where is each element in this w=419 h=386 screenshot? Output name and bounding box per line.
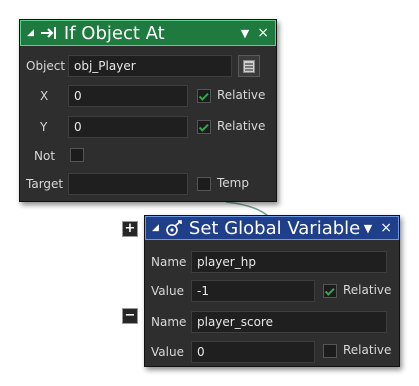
if-object-at-panel: ◢ If Object At ▼ × Object obj_Player X 0… — [19, 19, 277, 202]
value-field[interactable]: -1 — [191, 280, 315, 302]
name-label: Name — [151, 315, 187, 329]
close-icon[interactable]: × — [257, 25, 269, 41]
set-global-variable-header[interactable]: ◢ Set Global Variable ▼ × — [145, 216, 399, 240]
expand-button[interactable]: + — [122, 221, 138, 237]
if-object-at-title: If Object At — [63, 22, 165, 44]
relative-label: Relative — [343, 343, 392, 357]
target-label: Target — [26, 177, 64, 191]
relative-label: Relative — [343, 283, 392, 297]
if-object-at-action-icon — [40, 26, 58, 40]
global-variable-action-icon — [165, 220, 183, 236]
if-object-at-header[interactable]: ◢ If Object At ▼ × — [20, 20, 276, 46]
value-label: Value — [151, 284, 184, 298]
name-field[interactable]: player_score — [191, 311, 387, 333]
target-field[interactable] — [68, 173, 188, 195]
object-picker-button[interactable] — [238, 55, 260, 77]
y-field[interactable]: 0 — [68, 116, 188, 138]
not-label: Not — [34, 149, 56, 163]
temp-label: Temp — [217, 176, 249, 190]
dropdown-arrow-icon[interactable]: ▼ — [364, 222, 372, 235]
y-label: Y — [40, 120, 48, 134]
value-label: Value — [151, 345, 184, 359]
relative-checkbox[interactable] — [323, 344, 337, 358]
set-global-variable-title: Set Global Variable — [188, 217, 361, 239]
collapse-triangle-icon[interactable]: ◢ — [152, 223, 159, 233]
object-picker-icon — [243, 59, 255, 73]
value-field[interactable]: 0 — [191, 341, 315, 363]
dropdown-arrow-icon[interactable]: ▼ — [241, 27, 249, 40]
x-relative-label: Relative — [217, 88, 266, 102]
close-icon[interactable]: × — [380, 220, 392, 236]
y-relative-label: Relative — [217, 119, 266, 133]
name-field[interactable]: player_hp — [191, 251, 387, 273]
remove-row-button[interactable]: − — [122, 308, 138, 324]
relative-checkbox[interactable] — [323, 284, 337, 298]
y-relative-checkbox[interactable] — [197, 120, 211, 134]
x-field[interactable]: 0 — [68, 85, 188, 107]
x-relative-checkbox[interactable] — [197, 89, 211, 103]
object-field[interactable]: obj_Player — [68, 55, 232, 77]
collapse-triangle-icon[interactable]: ◢ — [27, 28, 34, 38]
name-label: Name — [151, 255, 187, 269]
set-global-variable-panel: ◢ Set Global Variable ▼ × Name player_hp… — [144, 215, 400, 367]
x-label: X — [40, 89, 49, 103]
object-label: Object — [26, 59, 66, 73]
not-checkbox[interactable] — [70, 148, 84, 162]
temp-checkbox[interactable] — [197, 177, 211, 191]
